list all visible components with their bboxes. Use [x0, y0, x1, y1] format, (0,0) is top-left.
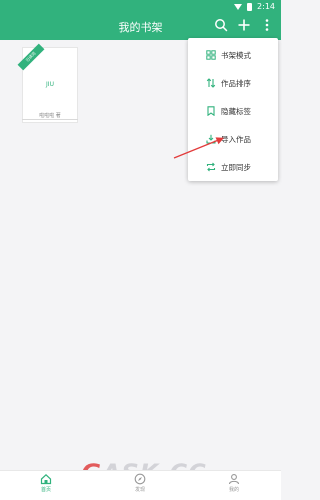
bottom-nav: 首页 发现 我的 — [0, 470, 281, 500]
menu-item-import[interactable]: 导入作品 — [188, 125, 278, 153]
menu-item-label: 书架模式 — [221, 50, 251, 60]
book-title: JIU — [46, 81, 54, 88]
book-author: 啦啦啦 著 — [39, 113, 61, 119]
tab-label: 我的 — [228, 487, 239, 493]
menu-item-label: 隐藏标签 — [221, 106, 251, 116]
menu-item-sort[interactable]: 作品排序 — [188, 69, 278, 97]
more-vertical-icon[interactable] — [259, 17, 275, 33]
grid-icon — [206, 50, 216, 60]
compass-icon — [134, 473, 146, 485]
wifi-icon — [234, 3, 243, 10]
app-header: 2:14 我的书架 — [0, 0, 281, 40]
tab-discover[interactable]: 发现 — [120, 473, 160, 493]
menu-item-hide-tags[interactable]: 隐藏标签 — [188, 97, 278, 125]
overflow-menu: 书架模式 作品排序 隐藏标签 导入作品 立即同步 — [188, 38, 278, 181]
status-bar: 2:14 — [234, 2, 275, 11]
menu-item-label: 作品排序 — [221, 78, 251, 88]
battery-icon — [247, 2, 253, 11]
sort-icon — [206, 78, 216, 88]
menu-item-label: 导入作品 — [221, 134, 251, 144]
sync-icon — [206, 162, 216, 172]
book-divider — [22, 119, 78, 120]
add-icon[interactable] — [236, 17, 252, 33]
tab-mine[interactable]: 我的 — [214, 473, 254, 493]
user-icon — [228, 474, 240, 485]
tab-home[interactable]: 首页 — [26, 473, 66, 493]
tab-label: 首页 — [40, 487, 51, 493]
status-time: 2:14 — [257, 2, 275, 11]
bookmark-icon — [207, 106, 215, 116]
menu-item-shelf-mode[interactable]: 书架模式 — [188, 41, 278, 69]
import-icon — [206, 134, 216, 144]
read-ribbon: 已读完 — [17, 43, 45, 71]
menu-item-label: 立即同步 — [221, 162, 251, 172]
tab-label: 发现 — [134, 487, 145, 493]
menu-item-sync[interactable]: 立即同步 — [188, 153, 278, 181]
home-icon — [40, 473, 52, 485]
search-icon[interactable] — [213, 17, 229, 33]
